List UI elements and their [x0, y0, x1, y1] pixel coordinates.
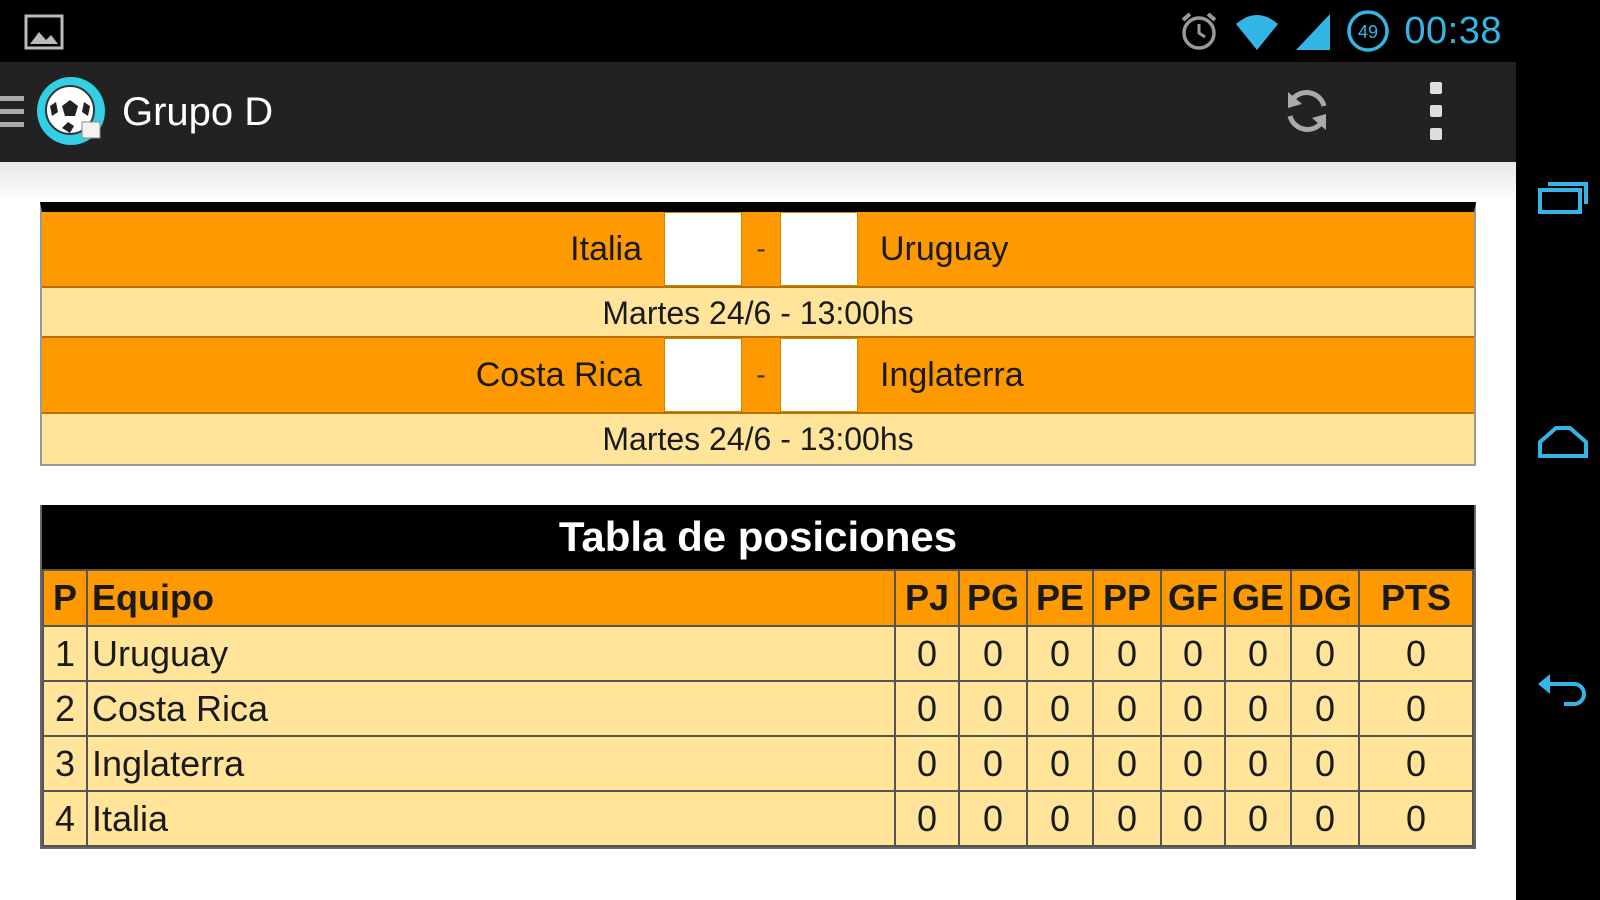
home-score-box: [664, 212, 742, 286]
battery-icon: 49: [1347, 10, 1390, 52]
team-name-cell: Uruguay: [86, 625, 896, 682]
stat-cell-gf: 0: [1160, 790, 1226, 847]
stat-cell-ge: 0: [1224, 790, 1292, 847]
team-name-cell: Inglaterra: [86, 735, 896, 792]
away-team: Inglaterra: [880, 355, 1024, 394]
stat-cell-pg: 0: [958, 790, 1028, 847]
away-team: Uruguay: [880, 229, 1009, 268]
score-separator: -: [756, 233, 766, 264]
stat-cell-ge: 0: [1224, 735, 1292, 792]
stat-cell-pts: 0: [1358, 790, 1474, 847]
recent-apps-icon[interactable]: [1536, 178, 1590, 218]
header-pg: PG: [958, 569, 1028, 627]
stat-cell-pe: 0: [1026, 625, 1094, 682]
stat-cell-pp: 0: [1092, 680, 1162, 737]
standings-table: Tabla de posiciones P Equipo PJ PG PE PP…: [40, 505, 1476, 849]
stat-cell-pts: 0: [1358, 735, 1474, 792]
header-pj: PJ: [894, 569, 960, 627]
gallery-icon: [24, 14, 64, 50]
match-date: Martes 24/6 - 13:00hs: [42, 288, 1474, 338]
table-row[interactable]: 3 Inglaterra 0 0 0 0 0 0 0 0: [42, 735, 1474, 792]
table-row[interactable]: 2 Costa Rica 0 0 0 0 0 0 0 0: [42, 680, 1474, 737]
stat-cell-pj: 0: [894, 625, 960, 682]
stat-cell-pe: 0: [1026, 680, 1094, 737]
stat-cell-pts: 0: [1358, 625, 1474, 682]
header-p: P: [42, 569, 88, 627]
stat-cell-pp: 0: [1092, 735, 1162, 792]
back-icon[interactable]: [1536, 668, 1590, 708]
page-title: Grupo D: [122, 90, 274, 134]
position-cell: 3: [42, 735, 88, 792]
stat-cell-pg: 0: [958, 680, 1028, 737]
stat-cell-ge: 0: [1224, 625, 1292, 682]
clock: 00:38: [1404, 9, 1502, 52]
header-ge: GE: [1224, 569, 1292, 627]
stat-cell-pp: 0: [1092, 625, 1162, 682]
app-logo-icon[interactable]: [36, 76, 106, 146]
refresh-icon[interactable]: [1280, 84, 1334, 138]
table-header-row: P Equipo PJ PG PE PP GF GE DG PTS: [42, 569, 1474, 627]
position-cell: 4: [42, 790, 88, 847]
away-score-box: [780, 338, 858, 412]
header-gf: GF: [1160, 569, 1226, 627]
match-row[interactable]: Italia - Uruguay: [42, 212, 1474, 288]
stat-cell-pg: 0: [958, 735, 1028, 792]
team-name-cell: Italia: [86, 790, 896, 847]
stat-cell-pj: 0: [894, 680, 960, 737]
wifi-icon: [1236, 15, 1279, 50]
stat-cell-dg: 0: [1290, 790, 1360, 847]
header-dg: DG: [1290, 569, 1360, 627]
match-row[interactable]: Costa Rica - Inglaterra: [42, 338, 1474, 414]
table-row[interactable]: 4 Italia 0 0 0 0 0 0 0 0: [42, 790, 1474, 847]
stat-cell-dg: 0: [1290, 680, 1360, 737]
standings-grid: P Equipo PJ PG PE PP GF GE DG PTS 1 Urugu…: [42, 569, 1474, 847]
stat-cell-pts: 0: [1358, 680, 1474, 737]
header-pts: PTS: [1358, 569, 1474, 627]
navigation-bar: [1516, 0, 1600, 900]
status-bar: 49 00:38: [0, 0, 1516, 62]
menu-icon[interactable]: [0, 96, 24, 130]
position-cell: 2: [42, 680, 88, 737]
stat-cell-ge: 0: [1224, 680, 1292, 737]
stat-cell-pp: 0: [1092, 790, 1162, 847]
away-score-box: [780, 212, 858, 286]
home-score-box: [664, 338, 742, 412]
stat-cell-pj: 0: [894, 735, 960, 792]
header-pe: PE: [1026, 569, 1094, 627]
standings-title: Tabla de posiciones: [42, 505, 1474, 569]
stat-cell-pe: 0: [1026, 735, 1094, 792]
match-date: Martes 24/6 - 13:00hs: [42, 414, 1474, 464]
overflow-menu-icon[interactable]: [1426, 82, 1446, 140]
stat-cell-gf: 0: [1160, 625, 1226, 682]
home-team: Italia: [570, 229, 642, 268]
header-equipo: Equipo: [86, 569, 896, 627]
content-area: Italia - Uruguay Martes 24/6 - 13:00hs C…: [0, 162, 1516, 900]
table-row[interactable]: 1 Uruguay 0 0 0 0 0 0 0 0: [42, 625, 1474, 682]
home-team: Costa Rica: [475, 355, 642, 394]
position-cell: 1: [42, 625, 88, 682]
stat-cell-pe: 0: [1026, 790, 1094, 847]
signal-icon: [1296, 14, 1331, 50]
svg-text:49: 49: [1358, 22, 1378, 42]
score-separator: -: [756, 359, 766, 390]
team-name-cell: Costa Rica: [86, 680, 896, 737]
stat-cell-pj: 0: [894, 790, 960, 847]
stat-cell-dg: 0: [1290, 735, 1360, 792]
header-pp: PP: [1092, 569, 1162, 627]
stat-cell-gf: 0: [1160, 735, 1226, 792]
stat-cell-pg: 0: [958, 625, 1028, 682]
matches-list: Italia - Uruguay Martes 24/6 - 13:00hs C…: [40, 202, 1476, 466]
action-bar: Grupo D: [0, 62, 1516, 162]
alarm-icon: [1182, 12, 1217, 50]
stat-cell-dg: 0: [1290, 625, 1360, 682]
status-icons: 49 00:38: [1178, 8, 1502, 54]
stat-cell-gf: 0: [1160, 680, 1226, 737]
home-icon[interactable]: [1536, 422, 1590, 462]
